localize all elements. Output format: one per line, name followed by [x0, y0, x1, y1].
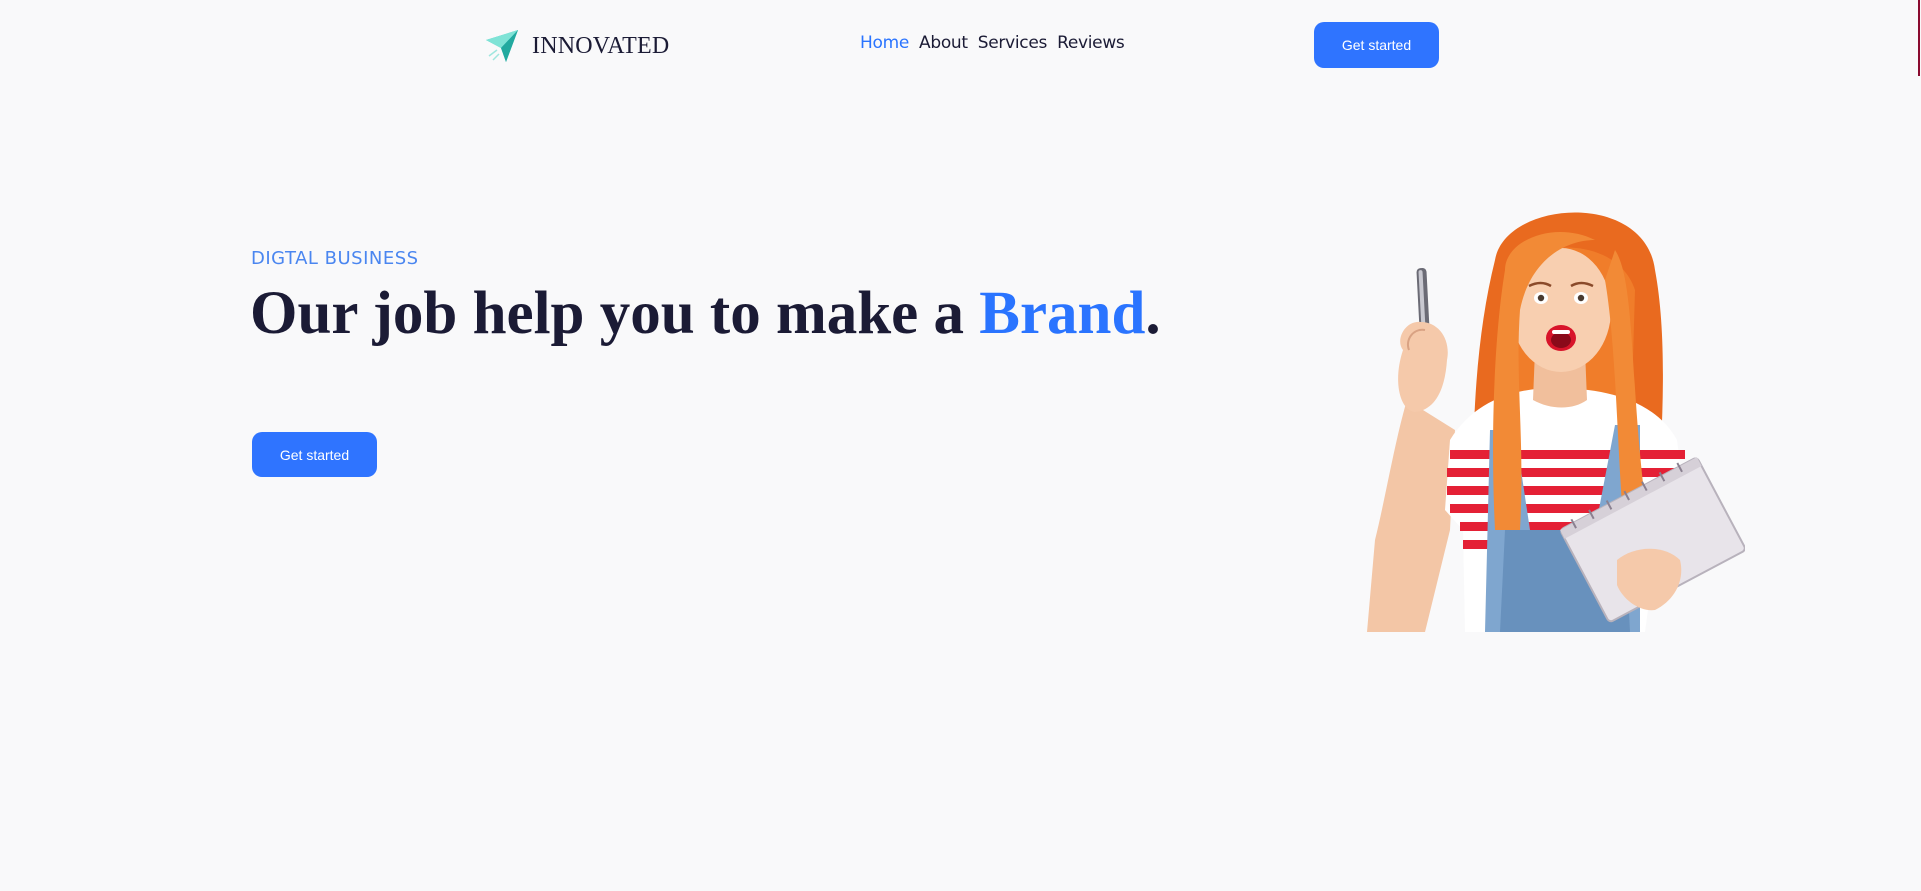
- hero-eyebrow: DIGTAL BUSINESS: [251, 248, 419, 269]
- hero-headline: Our job help you to make a Brand.: [250, 278, 1161, 350]
- main-nav: Home About Services Reviews: [860, 33, 1125, 53]
- paper-plane-icon: [486, 30, 518, 62]
- site-header: INNOVATED Home About Services Reviews Ge…: [0, 0, 1921, 88]
- header-get-started-button[interactable]: Get started: [1314, 22, 1439, 68]
- edge-divider: [1918, 0, 1920, 76]
- headline-period: .: [1145, 280, 1161, 347]
- logo-link[interactable]: INNOVATED: [484, 28, 669, 64]
- nav-link-home[interactable]: Home: [860, 33, 909, 53]
- headline-accent: Brand: [979, 280, 1146, 347]
- hero-woman-illustration: [1367, 212, 1745, 632]
- landing-page: INNOVATED Home About Services Reviews Ge…: [0, 0, 1921, 891]
- headline-text: Our job help you to make a: [250, 280, 980, 347]
- nav-link-services[interactable]: Services: [978, 33, 1048, 53]
- nav-link-about[interactable]: About: [919, 33, 968, 53]
- hero-get-started-button[interactable]: Get started: [252, 432, 377, 477]
- logo-text: INNOVATED: [532, 32, 670, 59]
- nav-link-reviews[interactable]: Reviews: [1057, 33, 1125, 53]
